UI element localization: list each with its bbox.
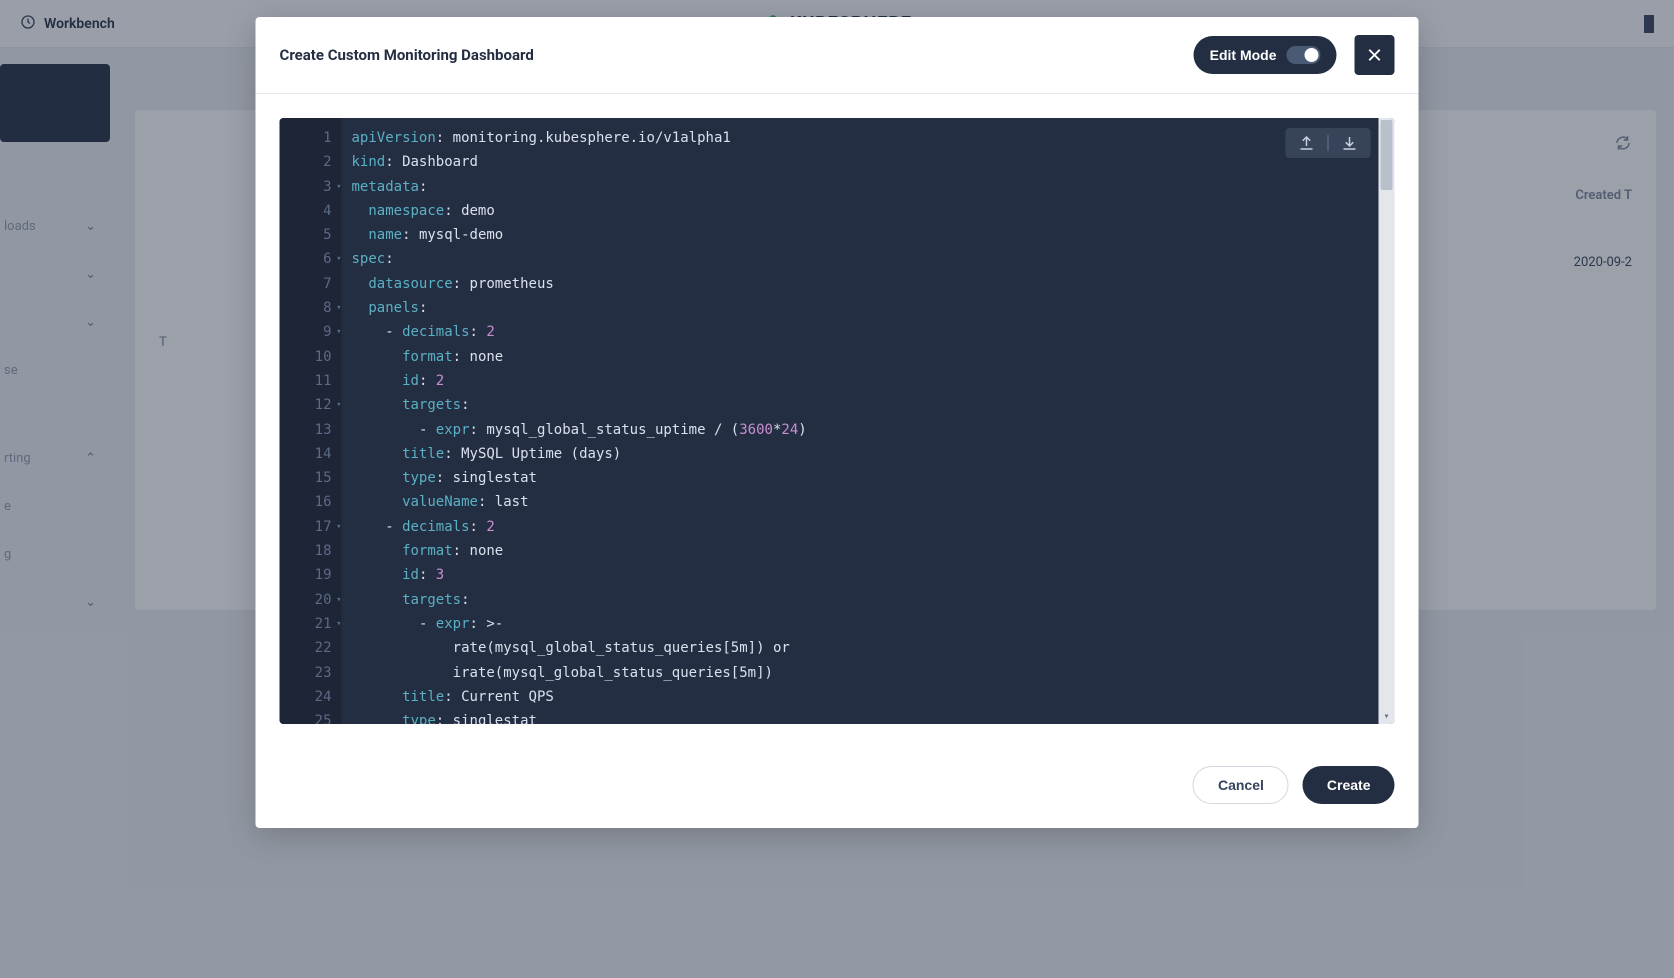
close-icon — [1366, 46, 1384, 64]
download-icon[interactable] — [1341, 134, 1359, 152]
scroll-down-icon[interactable]: ▾ — [1379, 710, 1395, 724]
create-dashboard-modal: Create Custom Monitoring Dashboard Edit … — [256, 17, 1419, 828]
upload-icon[interactable] — [1298, 134, 1316, 152]
create-button[interactable]: Create — [1303, 766, 1395, 804]
editor-gutter: 1234567891011121314151617181920212223242… — [280, 118, 342, 724]
cancel-button[interactable]: Cancel — [1193, 766, 1289, 804]
editor-scrollbar[interactable]: ▴ ▾ — [1379, 118, 1395, 724]
editor-container: 1234567891011121314151617181920212223242… — [256, 94, 1419, 748]
modal-title: Create Custom Monitoring Dashboard — [280, 46, 534, 64]
edit-mode-label: Edit Mode — [1210, 47, 1277, 63]
toolbar-divider — [1328, 135, 1329, 151]
yaml-editor[interactable]: 1234567891011121314151617181920212223242… — [280, 118, 1395, 724]
modal-footer: Cancel Create — [256, 748, 1419, 828]
editor-toolbar — [1286, 128, 1371, 158]
edit-mode-toggle[interactable]: Edit Mode — [1194, 36, 1337, 74]
modal-header: Create Custom Monitoring Dashboard Edit … — [256, 17, 1419, 94]
scroll-thumb[interactable] — [1381, 120, 1393, 190]
editor-code[interactable]: apiVersion: monitoring.kubesphere.io/v1a… — [342, 118, 1395, 724]
toggle-switch-icon — [1287, 46, 1321, 64]
close-button[interactable] — [1355, 35, 1395, 75]
